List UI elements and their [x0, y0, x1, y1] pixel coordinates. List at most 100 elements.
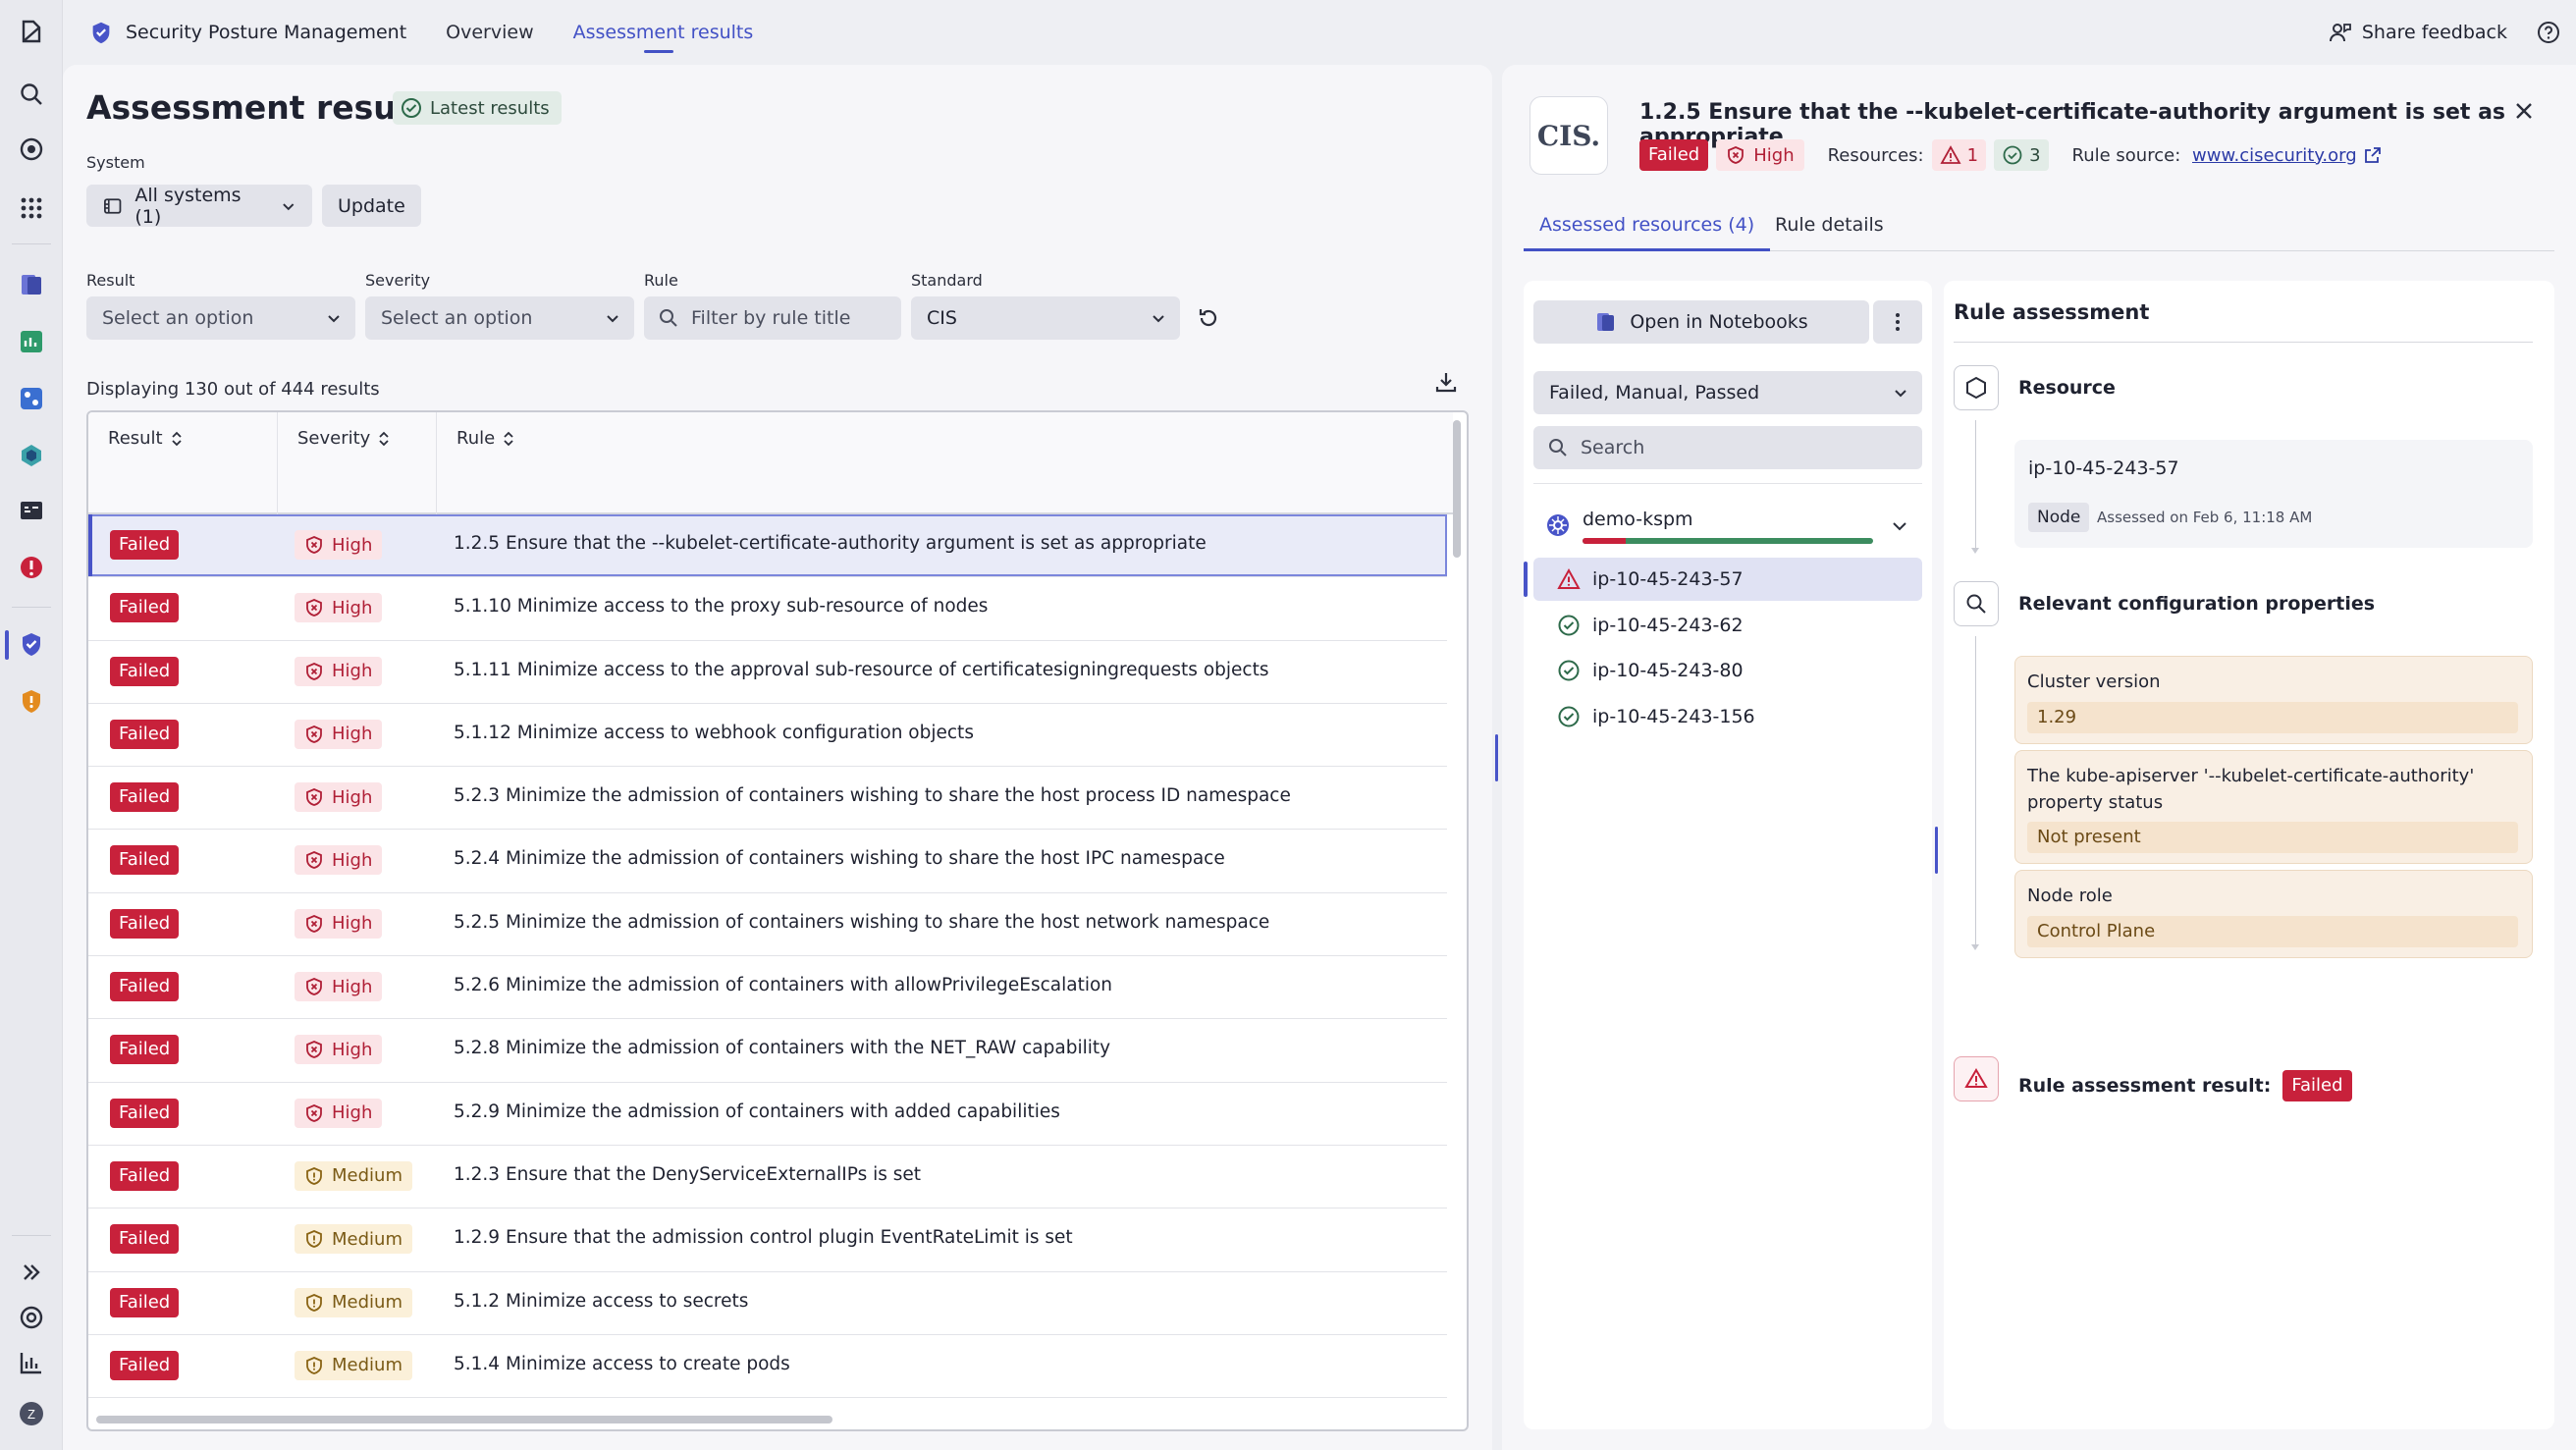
- result-filter-select[interactable]: Select an option: [86, 296, 355, 340]
- chevron-down-icon: [328, 315, 340, 323]
- resource-item[interactable]: ip-10-45-243-62: [1533, 604, 1922, 647]
- dashboards-app-icon[interactable]: [16, 326, 47, 357]
- table-row[interactable]: Failed High 5.2.4 Minimize the admission o…: [88, 830, 1447, 893]
- cis-logo: CIS.: [1530, 96, 1608, 175]
- rule-filter-label: Rule: [644, 271, 678, 290]
- table-row[interactable]: Failed Medium 1.2.3 Ensure that the DenySe…: [88, 1145, 1447, 1209]
- severity-filter-select[interactable]: Select an option: [365, 296, 634, 340]
- panel-resize-handle[interactable]: [1495, 734, 1498, 781]
- rule-cell[interactable]: 5.1.10 Minimize access to the proxy sub-…: [454, 596, 988, 617]
- table-row[interactable]: Failed Medium 5.1.2 Minimize access to sec…: [88, 1271, 1447, 1335]
- rule-cell[interactable]: 5.1.12 Minimize access to webhook config…: [454, 723, 974, 743]
- app-title[interactable]: Security Posture Management: [88, 20, 406, 45]
- table-row[interactable]: Failed High 5.1.11 Minimize access to the …: [88, 640, 1447, 704]
- kubernetes-app-icon[interactable]: [16, 440, 47, 471]
- notebooks-app-icon[interactable]: [16, 269, 47, 300]
- table-row[interactable]: Failed High 1.2.5 Ensure that the --kubele…: [88, 514, 1447, 578]
- table-row[interactable]: Failed High 5.2.8 Minimize the admission o…: [88, 1019, 1447, 1083]
- resource-group-demo-kspm[interactable]: demo-kspm: [1533, 499, 1922, 554]
- rule-source-link[interactable]: www.cisecurity.org: [2192, 145, 2357, 166]
- result-badge: Failed: [110, 719, 180, 749]
- chevron-down-icon: [1153, 315, 1164, 323]
- rule-cell[interactable]: 1.2.9 Ensure that the admission control …: [454, 1227, 1073, 1248]
- inner-resize-handle[interactable]: [1935, 827, 1938, 874]
- apps-grid-icon[interactable]: [16, 192, 47, 224]
- rule-detail-panel: CIS. 1.2.5 Ensure that the --kubelet-cer…: [1502, 65, 2576, 1450]
- workflows-app-icon[interactable]: [16, 383, 47, 414]
- chevron-down-icon: [607, 315, 618, 323]
- shield-x-icon: [306, 1103, 322, 1122]
- resource-item[interactable]: ip-10-45-243-156: [1533, 695, 1922, 738]
- nav-overview[interactable]: Overview: [446, 0, 533, 65]
- severity-badge: High: [295, 1035, 383, 1065]
- shield-alert-icon: [306, 1356, 322, 1374]
- assessment-result-row: Rule assessment result: Failed: [2018, 1070, 2352, 1101]
- problems-app-icon[interactable]: [16, 552, 47, 583]
- vulnerabilities-app-icon[interactable]: [16, 685, 47, 717]
- table-row[interactable]: Failed High 5.2.5 Minimize the admission o…: [88, 892, 1447, 957]
- close-icon[interactable]: [2511, 98, 2537, 124]
- download-icon[interactable]: [1433, 369, 1459, 395]
- share-feedback-button[interactable]: Share feedback: [2329, 21, 2507, 44]
- more-vertical-icon: [1896, 313, 1900, 331]
- rule-filter-input[interactable]: Filter by rule title: [644, 296, 901, 340]
- shield-x-icon: [306, 662, 322, 680]
- expand-rail-icon[interactable]: [16, 1257, 47, 1288]
- rule-cell[interactable]: 5.1.2 Minimize access to secrets: [454, 1291, 748, 1312]
- rule-cell[interactable]: 5.1.11 Minimize access to the approval s…: [454, 660, 1268, 680]
- help-icon[interactable]: [2537, 21, 2560, 44]
- open-in-notebooks-button[interactable]: Open in Notebooks: [1533, 300, 1869, 344]
- reset-filters-icon[interactable]: [1196, 305, 1221, 331]
- table-row[interactable]: Failed High 5.2.6 Minimize the admission o…: [88, 956, 1447, 1020]
- dynatrace-logo-icon[interactable]: [16, 16, 47, 47]
- rule-cell[interactable]: 5.2.3 Minimize the admission of containe…: [454, 785, 1291, 806]
- severity-label: High: [332, 1102, 373, 1124]
- table-row[interactable]: Failed High 5.2.9 Minimize the admission o…: [88, 1082, 1447, 1146]
- system-select[interactable]: All systems (1): [86, 185, 312, 228]
- external-link-icon[interactable]: [2363, 145, 2383, 165]
- severity-label: High: [332, 849, 373, 871]
- result-cell: Failed: [110, 656, 180, 686]
- standard-filter-select[interactable]: CIS: [911, 296, 1180, 340]
- status-filter-select[interactable]: Failed, Manual, Passed: [1533, 371, 1922, 414]
- severity-badge: High: [295, 908, 383, 939]
- rule-cell[interactable]: 5.2.8 Minimize the admission of containe…: [454, 1038, 1110, 1058]
- search-icon[interactable]: [16, 79, 47, 110]
- usage-chart-icon[interactable]: [16, 1347, 47, 1378]
- rule-cell[interactable]: 5.2.6 Minimize the admission of containe…: [454, 975, 1112, 995]
- user-avatar-icon[interactable]: Z: [16, 1398, 47, 1429]
- table-row[interactable]: Failed Medium 5.1.4 Minimize access to cre…: [88, 1334, 1447, 1399]
- column-header-rule[interactable]: Rule: [436, 412, 1453, 514]
- table-row[interactable]: Failed High 5.1.10 Minimize access to the …: [88, 577, 1447, 641]
- rule-cell[interactable]: 5.1.4 Minimize access to create pods: [454, 1354, 790, 1374]
- logs-app-icon[interactable]: [16, 495, 47, 526]
- tab-assessed-resources[interactable]: Assessed resources (4): [1524, 204, 1771, 251]
- property-card-kubelet-ca-status: The kube-apiserver '--kubelet-certificat…: [2014, 750, 2533, 864]
- vertical-scrollbar[interactable]: [1453, 420, 1461, 558]
- more-options-button[interactable]: [1873, 300, 1922, 344]
- resource-item[interactable]: ip-10-45-243-80: [1533, 649, 1922, 692]
- rule-cell[interactable]: 5.2.5 Minimize the admission of containe…: [454, 912, 1269, 933]
- support-icon[interactable]: [16, 1302, 47, 1333]
- rule-severity-badge: High: [1716, 139, 1804, 171]
- severity-label: High: [332, 976, 373, 997]
- security-posture-app-icon[interactable]: [16, 628, 47, 660]
- table-row[interactable]: Failed High 5.2.3 Minimize the admission o…: [88, 767, 1447, 831]
- rule-cell[interactable]: 5.2.4 Minimize the admission of containe…: [454, 848, 1225, 869]
- resource-item[interactable]: ip-10-45-243-57: [1524, 558, 1922, 601]
- resource-search-input[interactable]: Search: [1533, 426, 1922, 469]
- severity-label: Medium: [332, 1228, 402, 1250]
- rule-cell[interactable]: 5.2.9 Minimize the admission of containe…: [454, 1101, 1060, 1122]
- tab-rule-details[interactable]: Rule details: [1759, 204, 1900, 251]
- horizontal-scrollbar[interactable]: [96, 1416, 832, 1423]
- table-row[interactable]: Failed High 5.1.12 Minimize access to webh…: [88, 703, 1447, 768]
- rule-cell[interactable]: 1.2.3 Ensure that the DenyServiceExterna…: [454, 1164, 921, 1185]
- column-header-result[interactable]: Result: [88, 412, 277, 514]
- severity-cell: High: [295, 656, 383, 686]
- rule-cell[interactable]: 1.2.5 Ensure that the --kubelet-certific…: [454, 533, 1207, 554]
- nav-assessment-results[interactable]: Assessment results: [573, 0, 753, 65]
- update-button[interactable]: Update: [322, 185, 421, 227]
- davis-icon[interactable]: [16, 134, 47, 165]
- table-row[interactable]: Failed Medium 1.2.9 Ensure that the admiss…: [88, 1208, 1447, 1272]
- column-header-severity[interactable]: Severity: [277, 412, 436, 514]
